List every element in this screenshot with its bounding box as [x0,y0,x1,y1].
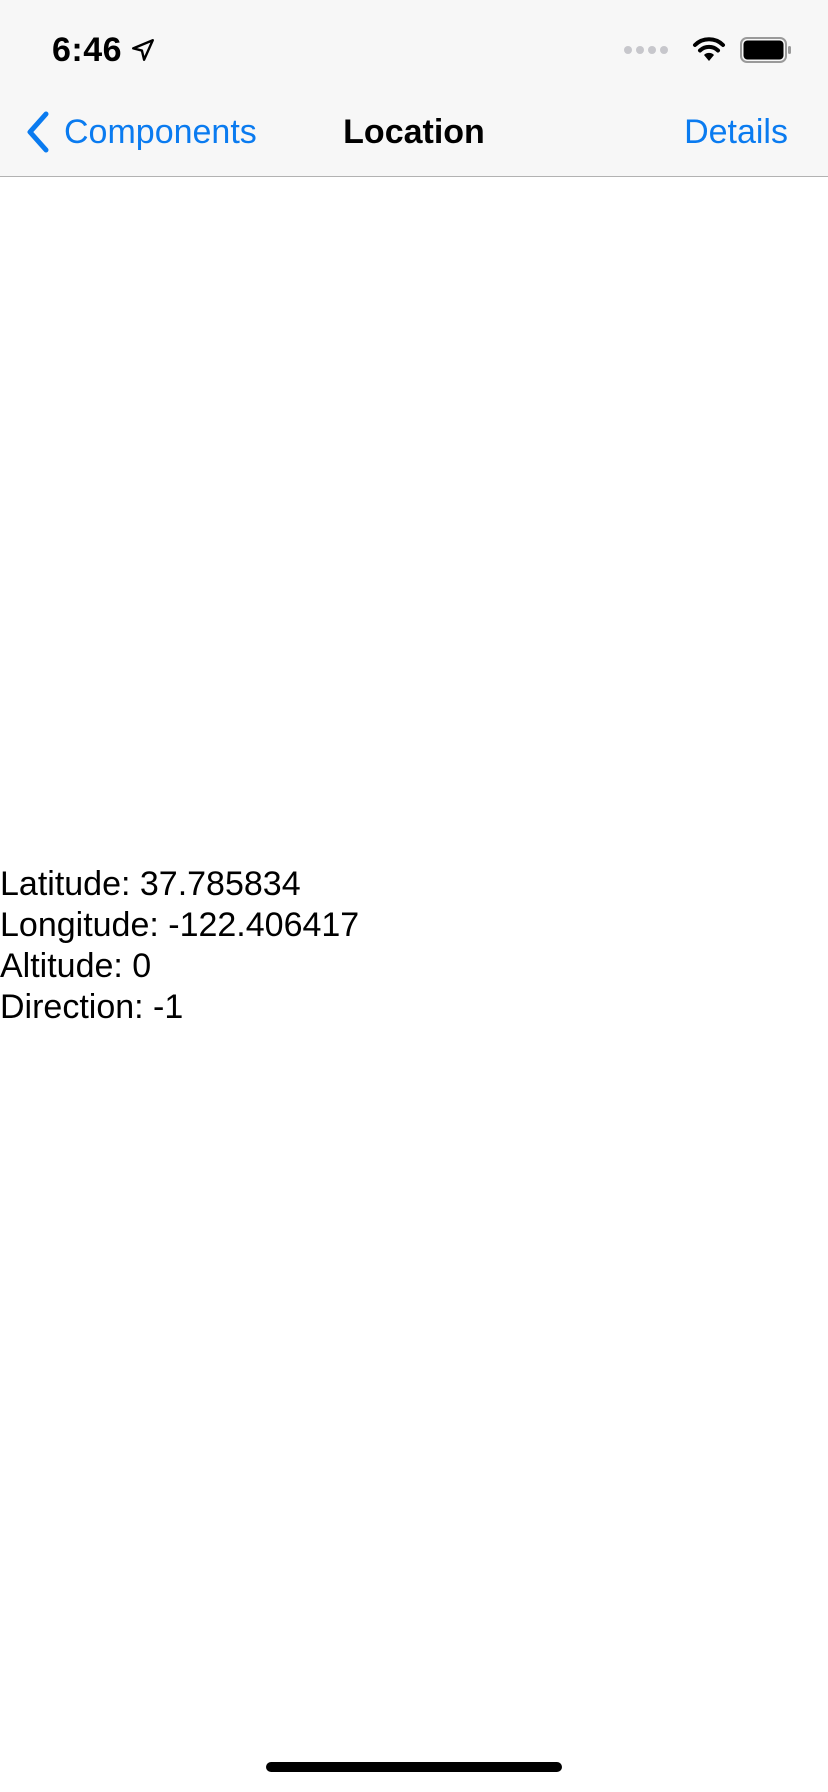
navigation-header: 6:46 Components Location Details [0,0,828,177]
home-indicator[interactable] [266,1762,562,1772]
latitude-text: Latitude: 37.785834 [0,865,301,903]
wifi-icon [693,37,725,61]
direction-text: Direction: -1 [0,988,184,1026]
location-info: Latitude: 37.785834 Longitude: -122.4064… [0,864,359,1028]
cellular-signal-icon [624,46,668,54]
nav-bar: Components Location Details [0,100,828,164]
time-label: 6:46 [52,30,123,69]
status-bar-time: 6:46 [52,28,156,72]
status-bar-right [624,34,792,66]
altitude-text: Altitude: 0 [0,947,152,985]
location-arrow-icon [132,39,155,61]
battery-icon [740,37,791,63]
longitude-text: Longitude: -122.406417 [0,906,360,944]
details-button[interactable]: Details [684,110,788,154]
